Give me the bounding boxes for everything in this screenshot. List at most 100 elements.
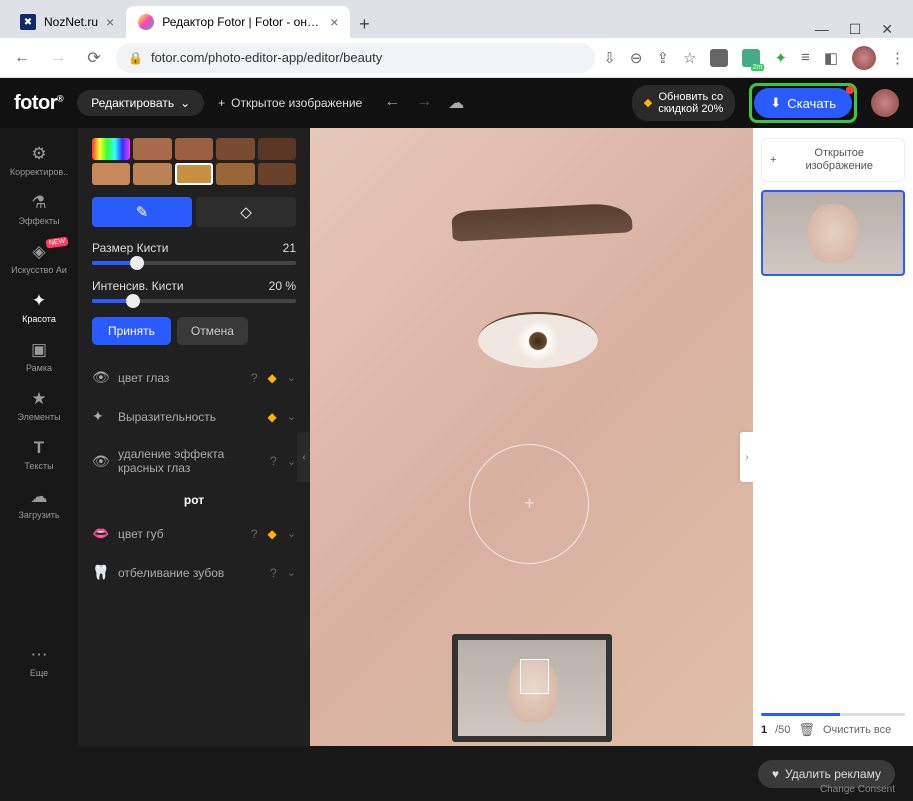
sidebar-item-ai-art[interactable]: NEW ◈ Искусство Аи: [0, 234, 78, 283]
menu-icon[interactable]: ⋮: [890, 49, 905, 67]
color-swatch[interactable]: [175, 163, 213, 185]
sidebar-item-frame[interactable]: ▣ Рамка: [0, 332, 78, 381]
color-swatch[interactable]: [216, 163, 254, 185]
tab-noznet[interactable]: ✖ NozNet.ru ×: [8, 6, 126, 38]
intensity-slider[interactable]: [92, 299, 296, 303]
redo-button[interactable]: →: [416, 93, 432, 113]
sidebar-item-more[interactable]: ⋯ Еще: [0, 637, 78, 686]
effect-item[interactable]: 👁удаление эффекта красных глаз?⌄: [92, 439, 296, 483]
help-icon[interactable]: ?: [251, 371, 258, 385]
reading-list-icon[interactable]: ≡: [801, 49, 810, 66]
star-icon: ★: [31, 389, 46, 409]
effect-label: удаление эффекта красных глаз: [118, 447, 260, 475]
sidebar-item-adjust[interactable]: ⚙ Корректиров..: [0, 136, 78, 185]
collapse-panel-button[interactable]: ‹: [297, 432, 310, 482]
tab-title: NozNet.ru: [44, 15, 98, 29]
sidebar-item-beauty[interactable]: ✦ Красота: [0, 283, 78, 332]
cancel-button[interactable]: Отмена: [177, 317, 248, 345]
sidebar-item-effects[interactable]: ⚗ Эффекты: [0, 185, 78, 234]
undo-button[interactable]: ←: [384, 93, 400, 113]
effect-item[interactable]: 👄цвет губ?◆⌄: [92, 517, 296, 550]
tab-fotor[interactable]: Редактор Fotor | Fotor - онлай ×: [126, 6, 350, 38]
lock-icon: 🔒: [128, 51, 143, 65]
open-image-panel-button[interactable]: + Открытое изображение: [761, 138, 905, 182]
help-icon[interactable]: ?: [270, 566, 277, 580]
color-swatch[interactable]: [92, 138, 130, 160]
logo[interactable]: fotor®: [14, 92, 63, 115]
sidebar-label: Тексты: [24, 461, 53, 471]
color-swatch[interactable]: [92, 163, 130, 185]
extension-icon[interactable]: 2m: [742, 49, 760, 67]
effect-label: цвет глаз: [118, 371, 241, 385]
help-icon[interactable]: ?: [251, 527, 258, 541]
page-current: 1: [761, 724, 767, 736]
sidebar-item-texts[interactable]: T Тексты: [0, 430, 78, 479]
back-button[interactable]: ←: [8, 44, 36, 72]
apply-button[interactable]: Принять: [92, 317, 171, 345]
eraser-tool[interactable]: ◇: [196, 197, 296, 227]
share-icon[interactable]: ⇪: [656, 49, 669, 67]
canvas[interactable]: + 000px 🖼 ◐ − 229% + ⛶ ›: [310, 128, 753, 786]
sidebar-item-elements[interactable]: ★ Элементы: [0, 381, 78, 430]
extensions-icon[interactable]: ✦: [774, 49, 787, 67]
maximize-icon[interactable]: ☐: [849, 21, 862, 38]
help-icon[interactable]: ?: [270, 454, 277, 468]
minimap[interactable]: [452, 634, 612, 742]
color-swatch[interactable]: [133, 138, 171, 160]
options-panel: ✎ ◇ Размер Кисти 21 Интенсив. Кисти 20 %: [78, 128, 310, 786]
extension-icon[interactable]: [710, 49, 728, 67]
color-swatch[interactable]: [216, 138, 254, 160]
effect-icon: ✦: [92, 408, 108, 425]
url-text: fotor.com/photo-editor-app/editor/beauty: [151, 50, 382, 65]
frame-icon: ▣: [31, 340, 47, 360]
brush-tool[interactable]: ✎: [92, 197, 192, 227]
color-swatch[interactable]: [258, 163, 296, 185]
reload-button[interactable]: ⟳: [80, 44, 108, 72]
more-icon: ⋯: [31, 645, 48, 665]
install-icon[interactable]: ⇩: [603, 49, 616, 67]
eraser-icon: ◇: [240, 203, 252, 221]
effect-item[interactable]: ✦Выразительность◆⌄: [92, 400, 296, 433]
url-input[interactable]: 🔒 fotor.com/photo-editor-app/editor/beau…: [116, 43, 595, 73]
clear-all-button[interactable]: Очистить все: [823, 724, 891, 736]
bookmark-icon[interactable]: ☆: [683, 49, 696, 67]
color-swatch[interactable]: [258, 138, 296, 160]
plus-icon: +: [770, 154, 776, 167]
text-icon: T: [34, 438, 44, 458]
thumbnail-scrollbar[interactable]: [761, 713, 905, 716]
thumbnail[interactable]: [761, 190, 905, 276]
color-swatch[interactable]: [175, 138, 213, 160]
effect-item[interactable]: 👁цвет глаз?◆⌄: [92, 361, 296, 394]
cloud-icon[interactable]: ☁: [448, 93, 464, 113]
close-icon[interactable]: ×: [330, 14, 338, 30]
effect-label: цвет губ: [118, 527, 241, 541]
minimap-viewport[interactable]: [520, 659, 550, 694]
trash-icon[interactable]: 🗑: [798, 722, 815, 738]
sidebar-item-upload[interactable]: ☁ Загрузить: [0, 479, 78, 528]
profile-avatar[interactable]: [852, 46, 876, 70]
new-tab-button[interactable]: +: [350, 10, 378, 38]
forward-button[interactable]: →: [44, 44, 72, 72]
download-button[interactable]: ⬇ Скачать: [754, 88, 852, 118]
effect-item[interactable]: 🦷отбеливание зубов?⌄: [92, 556, 296, 589]
close-icon[interactable]: ×: [106, 14, 114, 30]
chevron-down-icon: ⌄: [287, 371, 296, 384]
zoom-icon[interactable]: ⊖: [630, 49, 643, 67]
expand-right-button[interactable]: ›: [740, 432, 753, 482]
side-panel-icon[interactable]: ◧: [824, 49, 838, 67]
open-image-button[interactable]: + Открытое изображение: [218, 96, 362, 110]
color-swatch[interactable]: [133, 163, 171, 185]
user-avatar[interactable]: [871, 89, 899, 117]
heart-icon: ♥: [772, 767, 779, 781]
edit-dropdown[interactable]: Редактировать ⌄: [77, 90, 204, 116]
brush-size-slider[interactable]: [92, 261, 296, 265]
upgrade-button[interactable]: ◆ Обновить со скидкой 20%: [632, 85, 736, 121]
crown-icon: ◆: [268, 527, 277, 541]
close-window-icon[interactable]: ✕: [881, 21, 893, 38]
crown-icon: ◆: [268, 410, 277, 424]
favicon-icon: ✖: [20, 14, 36, 30]
sidebar-label: Корректиров..: [10, 167, 68, 177]
minimize-icon[interactable]: —: [815, 21, 829, 38]
chevron-down-icon: ⌄: [287, 410, 296, 423]
change-consent-link[interactable]: Change Consent: [820, 784, 895, 795]
